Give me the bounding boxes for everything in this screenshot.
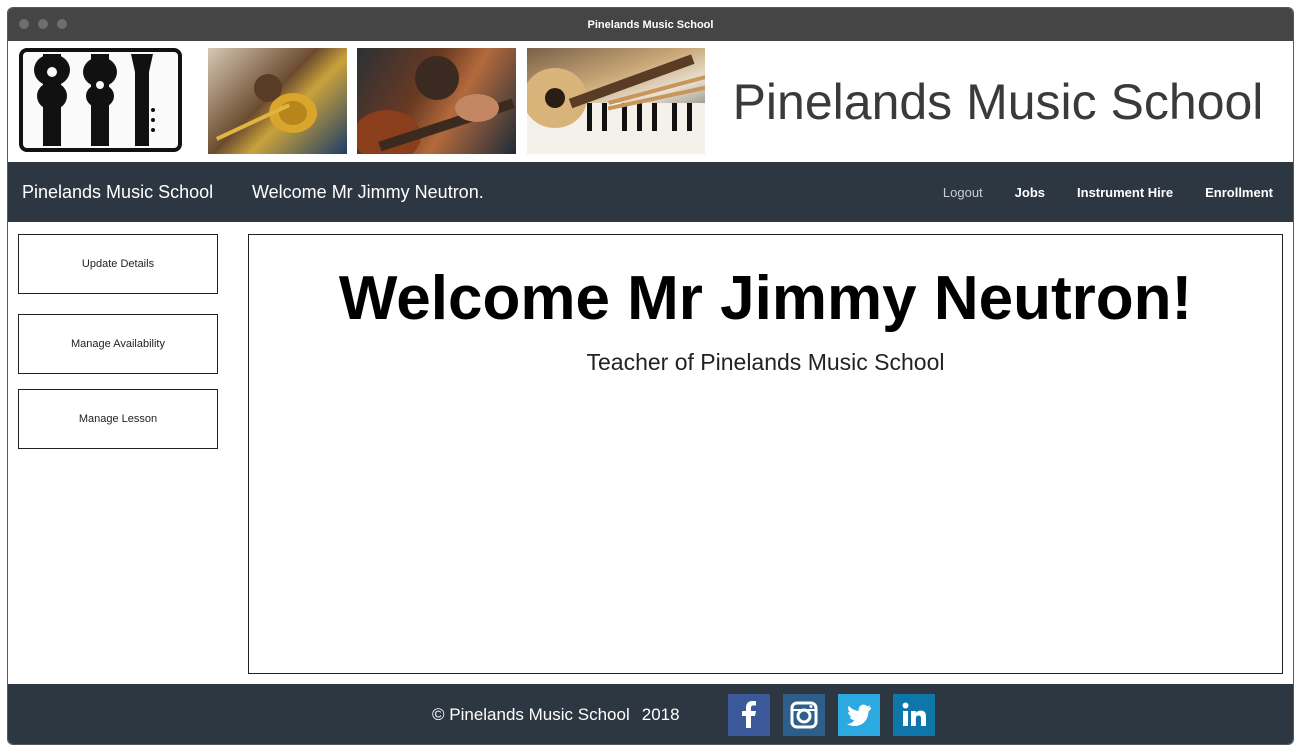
update-details-button[interactable]: Update Details — [18, 234, 218, 294]
main-navbar: Pinelands Music School Welcome Mr Jimmy … — [8, 162, 1293, 222]
linkedin-icon[interactable] — [893, 694, 935, 736]
navbar-links: Logout Jobs Instrument Hire Enrollment — [943, 162, 1273, 222]
nav-instrument-hire-link[interactable]: Instrument Hire — [1077, 185, 1173, 200]
copyright-notice: © Pinelands Music School 2018 — [432, 684, 680, 744]
manage-lesson-button[interactable]: Manage Lesson — [18, 389, 218, 449]
nav-jobs-link[interactable]: Jobs — [1015, 185, 1045, 200]
minimize-window-dot[interactable] — [38, 19, 48, 29]
nav-enrollment-link[interactable]: Enrollment — [1205, 185, 1273, 200]
welcome-heading: Welcome Mr Jimmy Neutron! — [338, 264, 1193, 333]
navbar-welcome-text: Welcome Mr Jimmy Neutron. — [252, 181, 484, 202]
window-title: Pinelands Music School — [587, 18, 714, 31]
school-logo[interactable] — [19, 48, 182, 152]
close-window-dot[interactable] — [19, 19, 29, 29]
twitter-icon[interactable] — [838, 694, 880, 736]
facebook-icon[interactable] — [728, 694, 770, 736]
site-footer: © Pinelands Music School 2018 — [8, 684, 1293, 744]
instagram-icon[interactable] — [783, 694, 825, 736]
nav-logout-link[interactable]: Logout — [943, 185, 983, 200]
navbar-brand[interactable]: Pinelands Music School — [22, 162, 213, 222]
site-title: Pinelands Music School — [732, 73, 1264, 130]
guitar-student-photo — [357, 48, 516, 154]
main-content-panel: Welcome Mr Jimmy Neutron! Teacher of Pin… — [248, 234, 1283, 674]
trombone-student-photo — [208, 48, 347, 154]
site-header: Pinelands Music School — [8, 41, 1293, 162]
browser-window: Pinelands Music School Pinelands Music S… — [7, 7, 1294, 745]
instruments-photo — [527, 48, 705, 154]
copyright-year: 2018 — [641, 705, 680, 724]
window-titlebar: Pinelands Music School — [8, 8, 1293, 41]
role-subtitle: Teacher of Pinelands Music School — [586, 349, 945, 375]
instruments-logo-icon — [34, 54, 155, 146]
maximize-window-dot[interactable] — [57, 19, 67, 29]
window-controls — [19, 19, 67, 29]
manage-availability-button[interactable]: Manage Availability — [18, 314, 218, 374]
copyright-text: © Pinelands Music School — [432, 705, 630, 724]
